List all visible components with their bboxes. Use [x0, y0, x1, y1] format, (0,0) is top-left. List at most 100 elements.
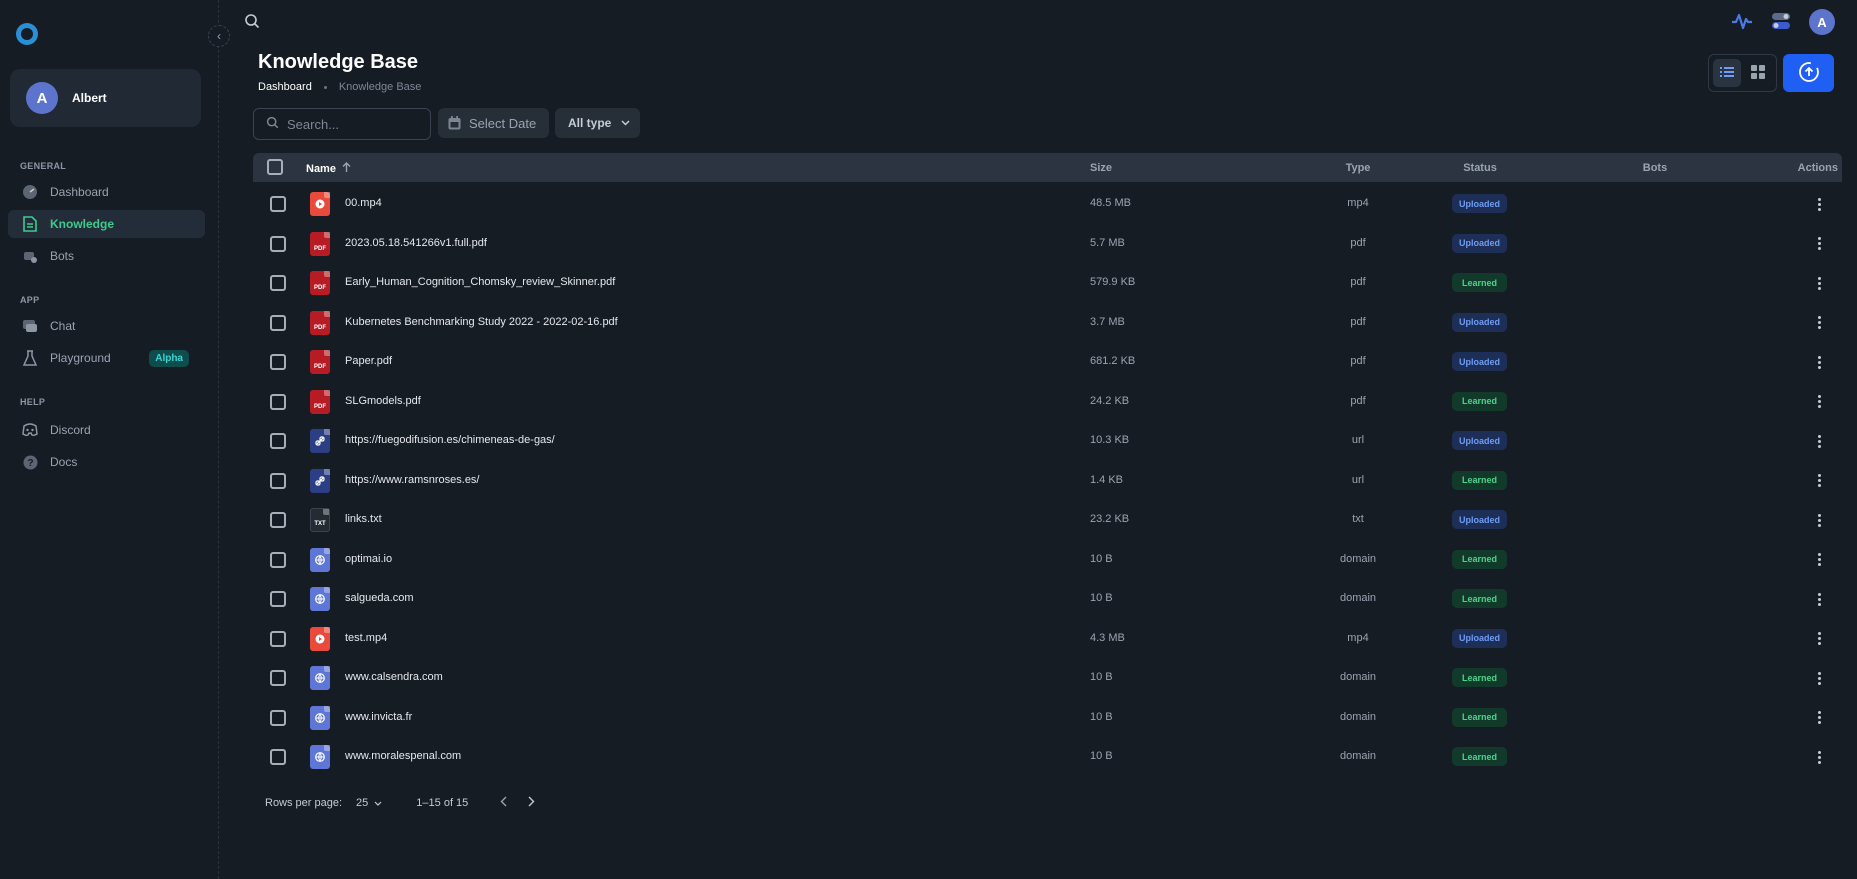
file-name[interactable]: https://fuegodifusion.es/chimeneas-de-ga…	[345, 434, 555, 446]
file-name[interactable]: www.calsendra.com	[345, 671, 443, 683]
more-vertical-icon	[1817, 316, 1821, 329]
row-checkbox[interactable]	[270, 512, 286, 528]
row-checkbox[interactable]	[270, 235, 286, 252]
file-name[interactable]: Paper.pdf	[345, 355, 392, 367]
nav-item-dashboard[interactable]: Dashboard	[8, 178, 205, 206]
app-logo[interactable]	[16, 23, 38, 45]
row-checkbox[interactable]	[270, 630, 286, 647]
file-size: 10 B	[1090, 552, 1113, 565]
table-row[interactable]: www.invicta.fr 10 B domain Learned	[253, 698, 1842, 737]
row-checkbox[interactable]	[270, 670, 286, 686]
select-all-checkbox[interactable]	[267, 159, 283, 175]
row-checkbox[interactable]	[270, 354, 286, 370]
row-actions-button[interactable]	[1811, 669, 1827, 687]
type-filter-dropdown[interactable]: All type	[555, 108, 640, 138]
row-checkbox[interactable]	[270, 709, 286, 726]
table-row[interactable]: TXT links.txt 23.2 KB txt Uploaded	[253, 500, 1842, 539]
row-actions-button[interactable]	[1811, 630, 1827, 648]
file-name[interactable]: Early_Human_Cognition_Chomsky_review_Ski…	[345, 276, 615, 288]
file-name[interactable]: www.invicta.fr	[345, 711, 412, 723]
file-name[interactable]: 2023.05.18.541266v1.full.pdf	[345, 237, 487, 249]
column-header-name[interactable]: Name	[306, 162, 351, 175]
table-row[interactable]: test.mp4 4.3 MB mp4 Uploaded	[253, 619, 1842, 658]
nav-item-discord[interactable]: Discord	[8, 416, 205, 444]
table-row[interactable]: www.calsendra.com 10 B domain Learned	[253, 658, 1842, 697]
file-name[interactable]: Kubernetes Benchmarking Study 2022 - 202…	[345, 316, 618, 328]
search-input[interactable]	[287, 116, 417, 132]
select-date-button[interactable]: Select Date	[438, 108, 549, 138]
row-checkbox[interactable]	[270, 196, 286, 212]
nav-label: Dashboard	[50, 185, 109, 199]
table-row[interactable]: salgueda.com 10 B domain Learned	[253, 579, 1842, 618]
grid-view-button[interactable]	[1745, 59, 1773, 87]
table-row[interactable]: https://fuegodifusion.es/chimeneas-de-ga…	[253, 421, 1842, 460]
file-type: mp4	[1347, 197, 1369, 209]
file-name[interactable]: SLGmodels.pdf	[345, 395, 421, 407]
nav-item-docs[interactable]: ? Docs	[8, 448, 205, 476]
table-row[interactable]: https://www.ramsnroses.es/1.4 KB url Learn…	[253, 461, 1842, 500]
table-row[interactable]: PDF Early_Human_Cognition_Chomsky_review_…	[253, 263, 1842, 302]
list-view-button[interactable]	[1713, 59, 1741, 87]
row-actions-button[interactable]	[1811, 472, 1827, 490]
row-checkbox[interactable]	[270, 591, 286, 607]
breadcrumb-dashboard[interactable]: Dashboard	[258, 81, 312, 93]
row-actions-button[interactable]	[1811, 748, 1827, 766]
file-size: 1.4 KB	[1090, 473, 1124, 486]
file-name[interactable]: 00.mp4	[345, 197, 382, 209]
row-checkbox[interactable]	[270, 749, 286, 765]
column-header-bots: Bots	[1642, 162, 1668, 174]
table-row[interactable]: PDF 2023.05.18.541266v1.full.pdf 5.7 MB pdf…	[253, 224, 1842, 263]
table-row[interactable]: PDF Paper.pdf 681.2 KB pdf Uploaded	[253, 342, 1842, 381]
row-actions-button[interactable]	[1811, 511, 1827, 529]
row-actions-button[interactable]	[1811, 274, 1827, 292]
upload-button[interactable]	[1783, 54, 1834, 92]
user-name: Albert	[72, 91, 107, 105]
chevron-right-icon	[528, 796, 535, 810]
file-name[interactable]: links.txt	[345, 513, 382, 525]
table-row[interactable]: PDF Kubernetes Benchmarking Study 2022 - …	[253, 303, 1842, 342]
activity-icon[interactable]	[1731, 12, 1753, 33]
globe-file-icon	[310, 587, 330, 611]
prev-page-button[interactable]	[496, 796, 510, 810]
next-page-button[interactable]	[524, 796, 538, 810]
row-actions-button[interactable]	[1811, 709, 1827, 727]
row-actions-button[interactable]	[1811, 551, 1827, 569]
table-row[interactable]: www.moralespenal.com 10 B domain Learned	[253, 737, 1842, 776]
row-actions-button[interactable]	[1811, 353, 1827, 371]
header-avatar[interactable]: A	[1809, 9, 1835, 35]
video-file-icon	[310, 626, 330, 651]
nav-item-knowledge[interactable]: Knowledge	[8, 210, 205, 238]
row-checkbox[interactable]	[270, 393, 286, 410]
row-actions-button[interactable]	[1811, 235, 1827, 253]
nav-item-chat[interactable]: Chat	[8, 312, 205, 340]
more-vertical-icon	[1817, 750, 1821, 764]
row-actions-button[interactable]	[1811, 590, 1827, 608]
file-name[interactable]: test.mp4	[345, 632, 387, 644]
row-actions-button[interactable]	[1811, 393, 1827, 411]
file-name[interactable]: salgueda.com	[345, 592, 414, 604]
search-field[interactable]	[253, 108, 431, 140]
user-card[interactable]: A Albert	[10, 69, 201, 127]
table-row[interactable]: optimai.io 10 B domain Learned	[253, 540, 1842, 579]
file-type: mp4	[1347, 631, 1369, 644]
settings-toggle-icon[interactable]	[1771, 12, 1791, 33]
rows-per-page-select[interactable]: 25	[356, 797, 382, 809]
row-actions-button[interactable]	[1811, 432, 1827, 450]
row-actions-button[interactable]	[1811, 314, 1827, 332]
row-checkbox[interactable]	[270, 275, 286, 291]
table-row[interactable]: PDF SLGmodels.pdf 24.2 KB pdf Learned	[253, 382, 1842, 421]
row-checkbox[interactable]	[270, 551, 286, 568]
file-name[interactable]: optimai.io	[345, 553, 392, 565]
nav-item-playground[interactable]: Playground Alpha	[8, 344, 205, 372]
file-name[interactable]: www.moralespenal.com	[345, 750, 461, 762]
search-icon[interactable]	[244, 13, 262, 31]
row-checkbox[interactable]	[270, 472, 286, 489]
collapse-sidebar-button[interactable]: ‹	[208, 25, 230, 47]
nav-item-bots[interactable]: Bots	[8, 242, 205, 270]
row-checkbox[interactable]	[270, 314, 286, 331]
file-name[interactable]: https://www.ramsnroses.es/	[345, 474, 480, 486]
table-row[interactable]: 00.mp4 48.5 MB mp4 Uploaded	[253, 184, 1842, 223]
row-checkbox[interactable]	[270, 433, 286, 449]
row-actions-button[interactable]	[1811, 195, 1827, 213]
file-type: pdf	[1350, 394, 1366, 407]
